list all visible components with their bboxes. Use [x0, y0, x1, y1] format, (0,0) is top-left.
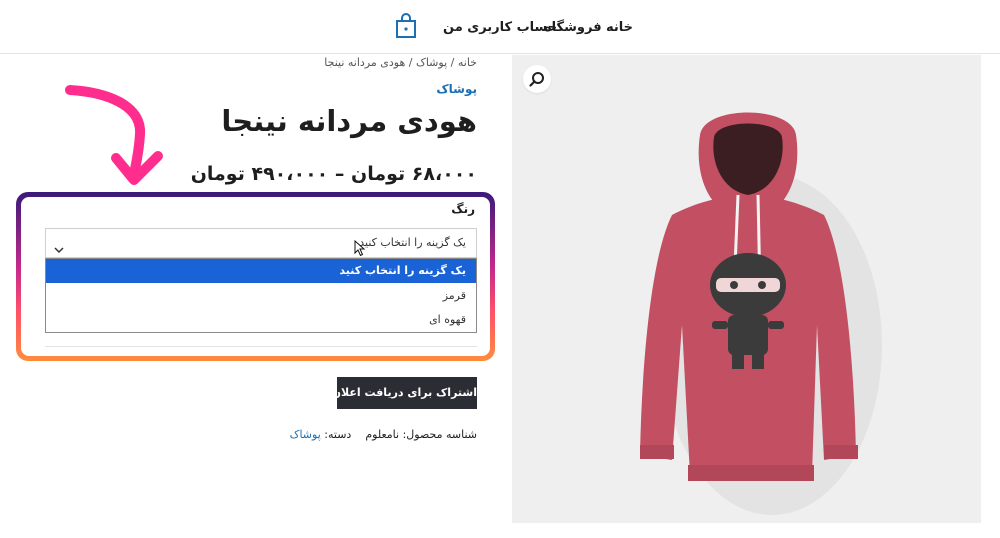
- breadcrumb-separator: /: [450, 56, 455, 69]
- dropdown-option-brown[interactable]: قهوه ای: [46, 308, 476, 332]
- product-hoodie-image: [640, 112, 882, 515]
- color-attribute-label: رنگ: [451, 202, 475, 216]
- dropdown-option-red[interactable]: قرمز: [46, 284, 476, 308]
- sku-label: شناسه محصول:: [402, 428, 477, 441]
- breadcrumb-separator: /: [408, 56, 413, 69]
- breadcrumb: خانه / پوشاک / هودی مردانه نینجا: [0, 56, 477, 69]
- meta-category-link[interactable]: پوشاک: [290, 428, 321, 441]
- product-meta: شناسه محصول: نامعلوم دسته: پوشاک: [0, 428, 477, 441]
- product-category-link[interactable]: پوشاک: [0, 82, 477, 96]
- breadcrumb-category[interactable]: پوشاک: [416, 56, 447, 69]
- magnifier-icon[interactable]: [523, 65, 551, 93]
- color-select[interactable]: یک گزینه را انتخاب کنید: [45, 228, 477, 258]
- product-title: هودی مردانه نینجا: [221, 104, 477, 138]
- product-price-range: ۶۸،۰۰۰ تومان – ۴۹۰،۰۰۰ تومان: [190, 163, 477, 185]
- breadcrumb-home[interactable]: خانه: [458, 56, 477, 69]
- chevron-down-icon: [54, 239, 64, 258]
- sku-value: نامعلوم: [365, 428, 400, 441]
- product-image-panel: [512, 55, 981, 523]
- site-header: خانه فروشگاه حساب کاربری من: [0, 0, 1000, 54]
- nav-my-account[interactable]: حساب کاربری من: [443, 20, 557, 35]
- shopping-bag-icon[interactable]: [395, 13, 417, 39]
- color-dropdown-list: یک گزینه را انتخاب کنید قرمز قهوه ای: [45, 258, 477, 333]
- breadcrumb-current: هودی مردانه نینجا: [324, 56, 406, 69]
- mouse-pointer-icon: [354, 239, 366, 261]
- nav-home[interactable]: خانه: [606, 20, 633, 35]
- color-select-value: یک گزینه را انتخاب کنید: [359, 236, 466, 249]
- subscribe-notify-button[interactable]: اشتراک برای دریافت اعلان: [332, 377, 477, 409]
- category-label: دسته:: [324, 428, 352, 441]
- divider: [45, 346, 477, 347]
- dropdown-option-choose[interactable]: یک گزینه را انتخاب کنید: [46, 259, 476, 283]
